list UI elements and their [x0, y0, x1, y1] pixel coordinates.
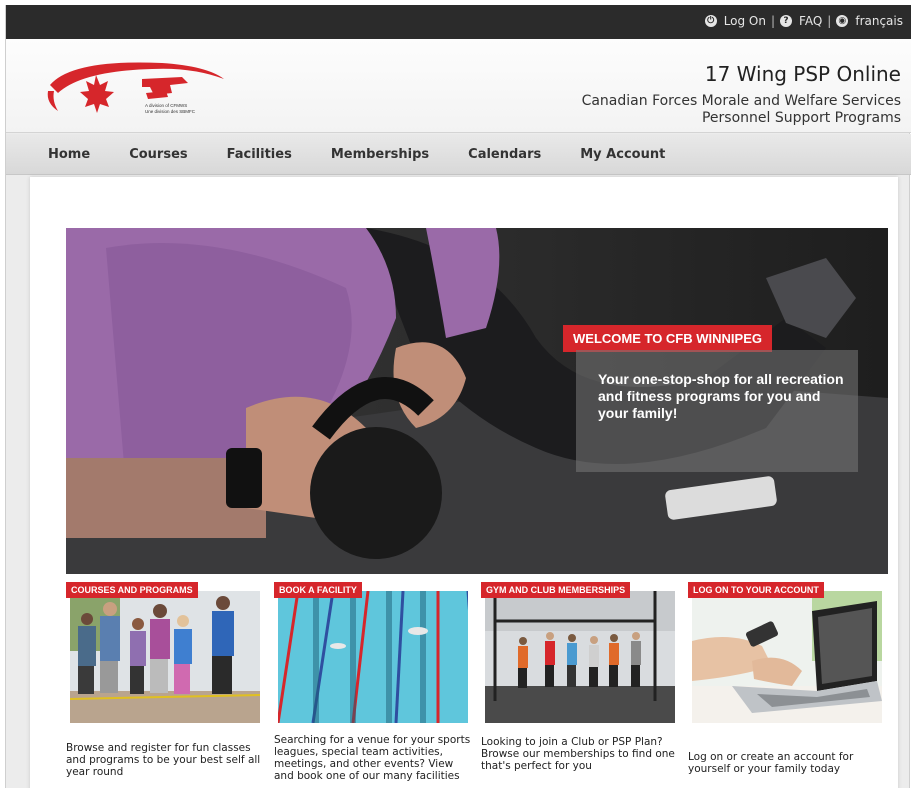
- faq-link[interactable]: FAQ: [799, 14, 822, 28]
- subtitle-line-2: Personnel Support Programs: [701, 110, 901, 126]
- gym-photo: [485, 591, 675, 723]
- nav-item-memberships[interactable]: Memberships: [331, 147, 429, 162]
- courses-photo: [70, 591, 260, 723]
- cfmws-logo[interactable]: A division of CFMWS Une division des SBM…: [42, 57, 227, 117]
- globe-icon: ◉: [836, 15, 849, 27]
- card-tag: LOG ON TO YOUR ACCOUNT: [688, 582, 824, 598]
- card-description: Searching for a venue for your sports le…: [274, 734, 471, 782]
- pool-photo: [278, 591, 468, 723]
- question-icon: ?: [780, 15, 793, 27]
- power-icon: ⏻: [704, 15, 717, 27]
- language-link[interactable]: français: [855, 14, 903, 28]
- browser-page: ⏻ Log On | ? FAQ | ◉ français A division…: [5, 5, 911, 788]
- nav-item-my-account[interactable]: My Account: [580, 147, 665, 162]
- site-header: A division of CFMWS Une division des SBM…: [6, 39, 911, 133]
- card-tag: COURSES AND PROGRAMS: [66, 582, 198, 598]
- main-content: WELCOME TO CFB WINNIPEG Your one-stop-sh…: [30, 177, 898, 788]
- card-description: Log on or create an account for yourself…: [688, 751, 854, 775]
- welcome-text: Your one-stop-shop for all recreation an…: [598, 371, 844, 421]
- welcome-tag: WELCOME TO CFB WINNIPEG: [563, 325, 772, 352]
- nav-item-home[interactable]: Home: [48, 147, 90, 162]
- laptop-photo: [692, 591, 882, 723]
- card-tag: BOOK A FACILITY: [274, 582, 362, 598]
- nav-item-facilities[interactable]: Facilities: [227, 147, 292, 162]
- utility-links: ⏻ Log On | ? FAQ | ◉ français: [704, 14, 903, 28]
- card-description: Looking to join a Club or PSP Plan? Brow…: [481, 736, 675, 772]
- nav-item-courses[interactable]: Courses: [129, 147, 187, 162]
- card-tag: GYM AND CLUB MEMBERSHIPS: [481, 582, 631, 598]
- nav-item-calendars[interactable]: Calendars: [468, 147, 541, 162]
- card-description: Browse and register for fun classes and …: [66, 742, 261, 778]
- subtitle-line-1: Canadian Forces Morale and Welfare Servi…: [581, 93, 901, 109]
- welcome-box: Your one-stop-shop for all recreation an…: [576, 350, 858, 472]
- top-utility-bar: ⏻ Log On | ? FAQ | ◉ français: [6, 5, 911, 39]
- site-title: 17 Wing PSP Online: [704, 62, 901, 86]
- log-on-link[interactable]: Log On: [724, 14, 766, 28]
- logo-caption-fr: Une division des SBMFC: [145, 109, 196, 114]
- hero-banner[interactable]: WELCOME TO CFB WINNIPEG Your one-stop-sh…: [66, 228, 888, 574]
- main-navigation: Home Courses Facilities Memberships Cale…: [6, 134, 911, 175]
- logo-caption-en: A division of CFMWS: [145, 103, 187, 108]
- separator: |: [771, 14, 776, 28]
- separator: |: [827, 14, 832, 28]
- site-subtitle: Canadian Forces Morale and Welfare Servi…: [582, 93, 901, 127]
